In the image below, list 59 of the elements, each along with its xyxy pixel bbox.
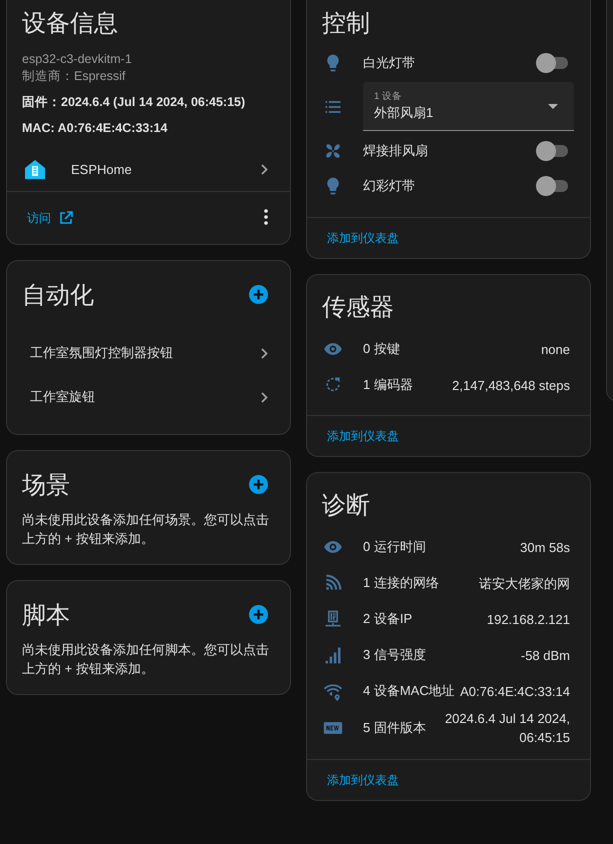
entity-name: 白光灯带 — [363, 54, 416, 72]
empty-message: 尚未使用此设备添加任何脚本。您可以点击上方的 + 按钮来添加。 — [21, 641, 270, 678]
visit-link[interactable]: 访问 — [27, 210, 73, 226]
add-button[interactable] — [249, 285, 268, 307]
section-title: 控制 — [321, 9, 371, 39]
add-button[interactable] — [249, 605, 268, 627]
entity-name: 1 连接的网络 — [363, 574, 440, 592]
firmware-text: 固件：2024.6.4 (Jul 14 2024, 06:45:15) — [22, 94, 246, 111]
entity-value: A0:76:4E:4C:33:14 — [460, 682, 570, 700]
add-icon — [249, 605, 268, 624]
section-title: 场景 — [21, 471, 71, 501]
add-icon — [249, 285, 268, 304]
entity-value: 30m 58s — [520, 538, 570, 556]
entity-value: 2,147,483,648 steps — [452, 376, 570, 394]
more-button[interactable] — [264, 208, 268, 228]
caret-icon — [548, 104, 558, 108]
mac-text: MAC: A0:76:4E:4C:33:14 — [22, 121, 168, 135]
automation-item[interactable]: 工作室旋钮 — [13, 375, 290, 419]
empty-message: 尚未使用此设备添加任何场景。您可以点击上方的 + 按钮来添加。 — [21, 511, 270, 548]
house-icon — [24, 158, 46, 180]
section-title: 脚本 — [21, 601, 71, 631]
section-title: 设备信息 — [21, 9, 119, 39]
entity-name: 3 信号强度 — [363, 646, 427, 664]
entity-name: 幻彩灯带 — [363, 176, 416, 194]
toggle-switch[interactable] — [536, 140, 570, 160]
section-title: 自动化 — [21, 281, 95, 311]
integration-item[interactable]: ESPHome — [7, 147, 290, 191]
toggle-switch[interactable] — [536, 176, 570, 196]
section-title: 诊断 — [321, 491, 371, 521]
add-button[interactable] — [249, 475, 268, 497]
select-field[interactable]: 1 设备 外部风扇1 — [363, 82, 574, 131]
signal-bars-icon — [323, 645, 343, 665]
chevron-right-icon — [261, 348, 268, 358]
automation-item[interactable]: 工作室氛围灯控制器按钮 — [13, 331, 290, 375]
entity-name: 0 运行时间 — [363, 538, 427, 556]
entity-name: 0 按键 — [363, 340, 401, 358]
external-link-icon — [59, 211, 73, 225]
chevron-right-icon — [261, 392, 268, 402]
manufacturer-text: 制造商：Espressif — [22, 68, 126, 85]
model-text: esp32-c3-devkitm-1 — [22, 51, 133, 68]
entity-name: 2 设备IP — [363, 610, 414, 628]
entity-name: 焊接排风扇 — [363, 142, 429, 160]
entity-value: none — [541, 340, 570, 358]
entity-name: 1 编码器 — [363, 376, 414, 394]
add-icon — [249, 475, 268, 494]
add-to-dashboard-link[interactable]: 添加到仪表盘 — [327, 772, 399, 788]
chevron-right-icon — [261, 164, 268, 174]
toggle-switch[interactable] — [536, 52, 570, 72]
entity-value: -58 dBm — [520, 646, 570, 664]
add-to-dashboard-link[interactable]: 添加到仪表盘 — [327, 428, 399, 444]
entity-name: 5 固件版本 — [363, 719, 427, 737]
entity-value: 诺安大佬家的网 — [479, 574, 570, 592]
section-title: 传感器 — [321, 293, 395, 323]
ip-network-icon — [323, 609, 343, 629]
add-to-dashboard-link[interactable]: 添加到仪表盘 — [327, 230, 399, 246]
entity-value: 192.168.2.121 — [486, 610, 570, 628]
more-icon — [264, 208, 268, 224]
entity-value: 2024.6.4 Jul 14 2024, 06:45:15 — [444, 710, 570, 747]
entity-name: 4 设备MAC地址 — [363, 682, 456, 700]
